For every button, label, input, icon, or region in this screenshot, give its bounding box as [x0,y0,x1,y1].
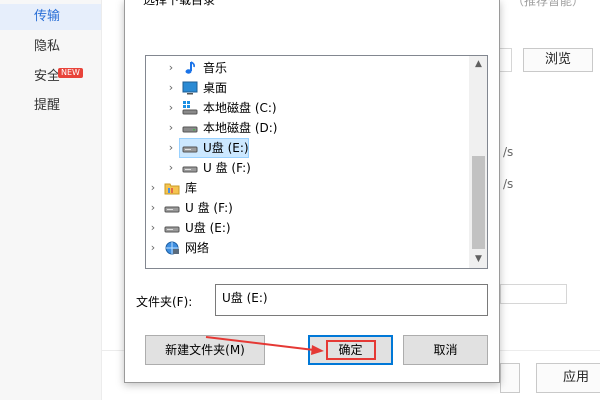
tree-item-label: U 盘 (F:) [203,161,251,175]
chevron-right-icon[interactable]: › [166,78,176,98]
highlight-box [326,340,376,360]
rate-unit-label: /s [503,177,514,191]
footer-button[interactable] [500,363,520,393]
rate-unit-label: /s [503,145,514,159]
apply-button[interactable]: 应用 [536,363,600,393]
browse-button[interactable]: 浏览 [523,48,593,72]
sidebar-item-security[interactable]: 安全 NEW [0,64,101,90]
scroll-down-icon[interactable]: ▼ [470,251,487,268]
scroll-up-icon[interactable]: ▲ [470,56,487,73]
tree-item-label: 本地磁盘 (C:) [203,101,277,115]
cancel-button[interactable]: 取消 [403,335,488,365]
tree-item-label: U盘 (E:) [185,221,231,235]
tree-item-label: 本地磁盘 (D:) [203,121,278,135]
tree-item-label: 桌面 [203,81,228,95]
folder-picker-dialog: 选择下载目录 › 音乐 › 桌面 › 本地磁盘 (C:) › 本地磁盘 (D:)… [124,0,500,383]
dialog-title: 选择下载目录 [143,0,216,7]
chevron-right-icon[interactable]: › [148,218,158,238]
tree-item-network[interactable]: › 网络 [146,238,471,258]
usb-drive-icon [164,221,180,235]
sidebar-item-transfer[interactable]: 传输 [0,4,101,30]
tree-item-usb-f[interactable]: › U 盘 (F:) [146,158,471,178]
network-icon [164,241,180,255]
chevron-right-icon[interactable]: › [166,98,176,118]
chevron-right-icon[interactable]: › [148,238,158,258]
usb-drive-icon [164,201,180,215]
usb-drive-icon [182,141,198,155]
recommend-hint: （推荐暂能） [512,0,585,8]
sidebar-item-label: 传输 [34,9,61,24]
tree-item-libraries[interactable]: › 库 [146,178,471,198]
sidebar-item-reminder[interactable]: 提醒 [0,93,101,119]
chevron-right-icon[interactable]: › [166,138,176,158]
music-note-icon [182,61,198,75]
sidebar-item-label: 隐私 [34,39,61,54]
tree-item-label: 网络 [185,241,210,255]
tree-item-label: 库 [185,181,198,195]
scrollbar-thumb[interactable] [472,156,485,249]
new-badge: NEW [58,68,83,78]
tree-item-music[interactable]: › 音乐 [146,58,471,78]
tree-item-usb-e[interactable]: › U盘 (E:) [146,138,471,158]
hard-drive-icon [182,121,198,135]
chevron-right-icon[interactable]: › [166,158,176,178]
tree-item-drive-d[interactable]: › 本地磁盘 (D:) [146,118,471,138]
chevron-right-icon[interactable]: › [166,58,176,78]
usb-drive-icon [182,161,198,175]
tree-scrollbar[interactable]: ▲ ▼ [469,56,487,268]
library-folder-icon [164,181,180,195]
desktop-icon [182,81,198,95]
folder-tree[interactable]: › 音乐 › 桌面 › 本地磁盘 (C:) › 本地磁盘 (D:) › U盘 (… [145,55,488,269]
tree-item-label: U 盘 (F:) [185,201,233,215]
chevron-right-icon[interactable]: › [166,118,176,138]
settings-sidebar: 传输 隐私 安全 NEW 提醒 [0,0,102,400]
tree-item-usb-f-root[interactable]: › U 盘 (F:) [146,198,471,218]
sidebar-item-label: 安全 [34,69,61,84]
sidebar-item-privacy[interactable]: 隐私 [0,34,101,60]
chevron-right-icon[interactable]: › [148,198,158,218]
tree-item-label: 音乐 [203,61,228,75]
setting-input[interactable] [500,284,567,304]
tree-item-drive-c[interactable]: › 本地磁盘 (C:) [146,98,471,118]
folder-input[interactable]: U盘 (E:) [215,284,488,316]
folder-field-label: 文件夹(F): [136,295,193,309]
download-path-input[interactable] [498,48,512,72]
tree-item-desktop[interactable]: › 桌面 [146,78,471,98]
tree-item-usb-e-root[interactable]: › U盘 (E:) [146,218,471,238]
sidebar-item-label: 提醒 [34,98,61,113]
chevron-right-icon[interactable]: › [148,178,158,198]
windows-drive-icon [182,101,198,115]
ok-button[interactable]: 确定 [308,335,393,365]
tree-item-label: U盘 (E:) [203,141,249,155]
new-folder-button[interactable]: 新建文件夹(M) [145,335,265,365]
